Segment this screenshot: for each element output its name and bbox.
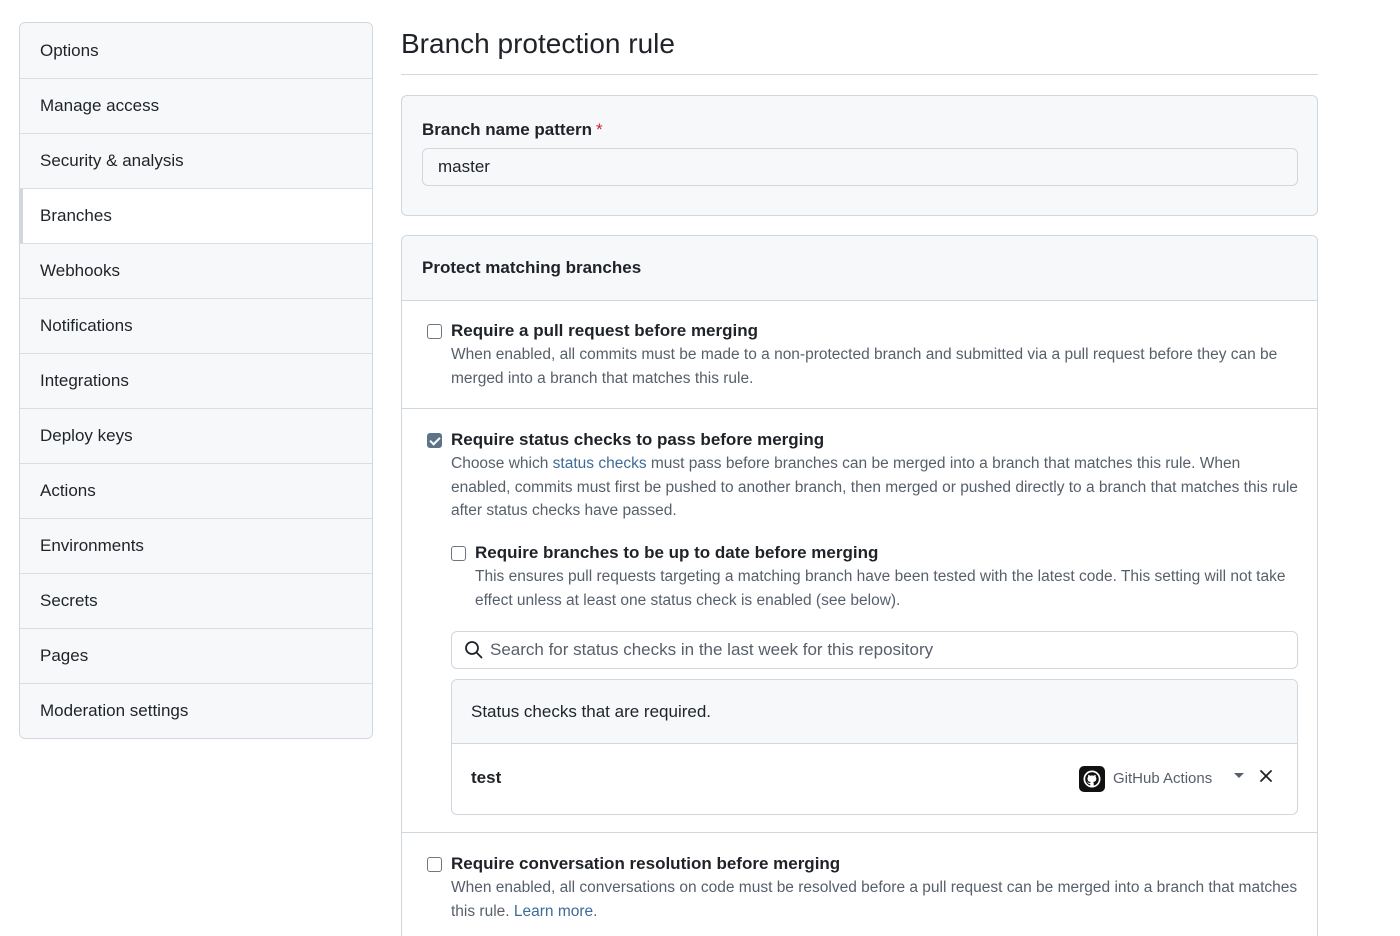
status-checks-link[interactable]: status checks [553,455,647,472]
rule-divider [402,832,1317,833]
sidebar-item-integrations[interactable]: Integrations [20,353,372,408]
up-to-date-rule-desc: This ensures pull requests targeting a m… [475,568,1286,609]
rule-divider [402,408,1317,409]
sidebar-item-secrets[interactable]: Secrets [20,573,372,628]
conversation-rule-desc: When enabled, all conversations on code … [451,879,1298,920]
pull-request-checkbox[interactable] [427,324,442,339]
github-logo-icon [1079,766,1105,792]
sidebar-item-moderation-settings[interactable]: Moderation settings [20,683,372,738]
chevron-down-icon[interactable] [1234,773,1244,778]
close-icon[interactable] [1259,769,1273,783]
pull-request-rule-title: Require a pull request before merging [451,321,759,340]
status-checks-checkbox[interactable] [427,433,442,448]
sidebar-item-branches[interactable]: Branches [20,188,372,243]
up-to-date-checkbox[interactable] [451,546,466,561]
title-divider [401,74,1318,75]
sidebar-item-security-analysis[interactable]: Security & analysis [20,133,372,188]
search-placeholder: Search for status checks in the last wee… [490,640,934,659]
conversation-resolution-checkbox[interactable] [427,857,442,872]
sidebar-item-actions[interactable]: Actions [20,463,372,518]
check-app-name: GitHub Actions [1113,770,1213,787]
status-checks-rule-desc: Choose which status checks must pass bef… [451,455,1298,519]
branch-pattern-panel: Branch name pattern * master [401,95,1318,216]
sidebar-item-manage-access[interactable]: Manage access [20,78,372,133]
status-check-search-input[interactable]: Search for status checks in the last wee… [451,631,1298,669]
sidebar-item-options[interactable]: Options [20,23,372,78]
check-name: test [471,768,502,787]
protect-branches-heading: Protect matching branches [402,236,1317,301]
sidebar-item-environments[interactable]: Environments [20,518,372,573]
required-checks-heading: Status checks that are required. [452,680,1297,744]
required-checks-list: Status checks that are required. test Gi… [451,679,1298,815]
conversation-rule-title: Require conversation resolution before m… [451,854,841,873]
sidebar-item-notifications[interactable]: Notifications [20,298,372,353]
up-to-date-rule-title: Require branches to be up to date before… [475,543,879,562]
learn-more-link[interactable]: Learn more [514,903,593,920]
branch-pattern-label: Branch name pattern * [422,120,603,139]
pull-request-rule-desc: When enabled, all commits must be made t… [451,346,1278,387]
settings-sidebar: Options Manage access Security & analysi… [19,22,373,739]
sidebar-item-webhooks[interactable]: Webhooks [20,243,372,298]
sidebar-item-pages[interactable]: Pages [20,628,372,683]
sidebar-item-deploy-keys[interactable]: Deploy keys [20,408,372,463]
required-star: * [596,120,603,139]
list-item: test GitHub Actions [452,744,1297,814]
status-checks-rule-title: Require status checks to pass before mer… [451,430,825,449]
branch-pattern-input[interactable]: master [422,148,1298,186]
search-icon [465,641,483,659]
protect-branches-panel: Protect matching branches Require a pull… [401,235,1318,936]
page-title: Branch protection rule [401,28,675,59]
